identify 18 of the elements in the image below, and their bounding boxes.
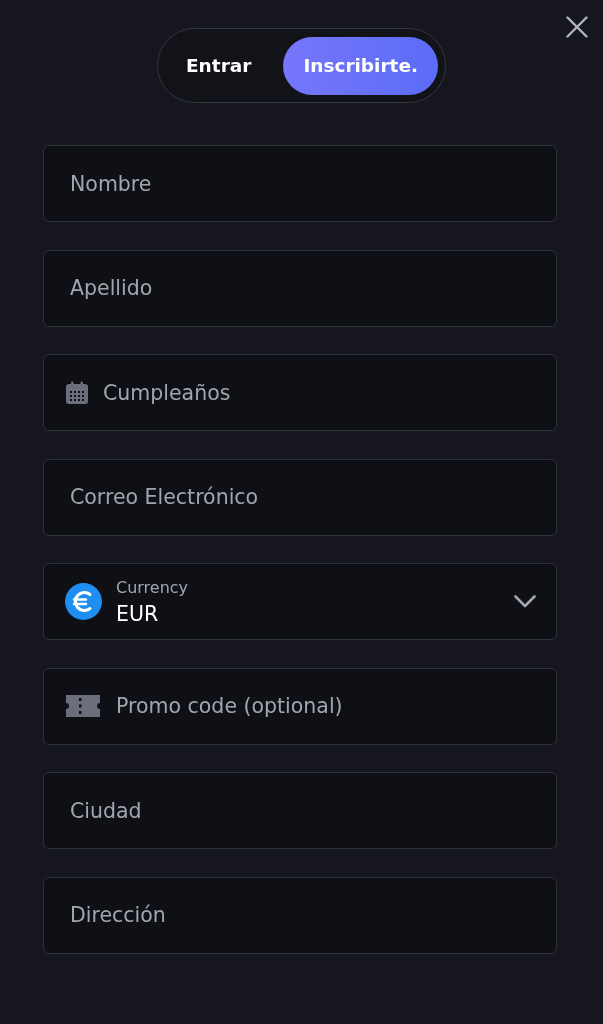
currency-value: EUR: [116, 601, 159, 626]
tab[interactable]: Entrar: [166, 36, 272, 95]
promo-code-input-field[interactable]: Promo code (optional): [43, 667, 557, 745]
text-input-field[interactable]: Dirección: [43, 876, 557, 954]
currency-label: Currency: [116, 577, 189, 597]
euro-icon: [65, 583, 102, 620]
text-input-field[interactable]: Correo Electrónico: [43, 458, 557, 536]
tab[interactable]: Inscribirte.: [283, 36, 438, 95]
chevron-down-icon: [514, 595, 536, 608]
calendar-icon: [65, 380, 89, 405]
currency-select[interactable]: Currency EUR: [43, 563, 557, 640]
text-input-field[interactable]: Nombre: [43, 145, 557, 222]
close-icon: [566, 16, 588, 38]
date-input-field[interactable]: Cumpleaños: [43, 354, 557, 431]
text-input-field[interactable]: Apellido: [43, 249, 557, 327]
close-button[interactable]: [566, 16, 588, 38]
text-input-field[interactable]: Ciudad: [43, 772, 557, 849]
ticket-icon: [66, 695, 100, 717]
